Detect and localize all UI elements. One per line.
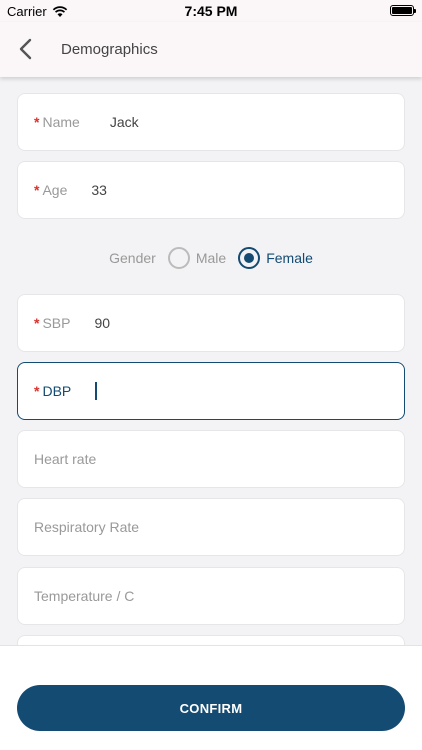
heart-rate-field[interactable]: Heart rate xyxy=(17,430,405,488)
male-radio[interactable] xyxy=(167,247,190,269)
respiratory-rate-field[interactable]: Respiratory Rate xyxy=(17,498,405,556)
respiratory-rate-placeholder: Respiratory Rate xyxy=(34,519,140,535)
sbp-field[interactable]: * SBP 90 xyxy=(17,294,405,352)
status-bar: Carrier 7:45 PM xyxy=(0,0,422,22)
form-scroll-area[interactable]: * Name Jack * Age 33 Gender Male Female … xyxy=(0,77,422,645)
age-label: Age xyxy=(42,182,68,198)
name-label: Name xyxy=(42,114,80,130)
required-mark: * xyxy=(34,383,40,399)
gender-label: Gender xyxy=(109,250,156,266)
required-mark: * xyxy=(34,182,40,198)
text-cursor xyxy=(95,382,98,400)
navigation-bar: Demographics xyxy=(0,22,422,77)
battery-icon xyxy=(390,5,416,16)
bottom-bar: CONFIRM xyxy=(0,645,422,750)
age-field[interactable]: * Age 33 xyxy=(17,161,405,219)
back-button[interactable] xyxy=(14,36,40,62)
female-option-label[interactable]: Female xyxy=(266,250,313,266)
chevron-left-icon xyxy=(19,38,32,60)
status-time: 7:45 PM xyxy=(184,3,238,19)
age-value: 33 xyxy=(91,182,107,198)
dbp-label: DBP xyxy=(42,383,72,399)
sbp-value: 90 xyxy=(94,315,111,331)
heart-rate-placeholder: Heart rate xyxy=(34,451,97,467)
dbp-field[interactable]: * DBP xyxy=(17,362,405,420)
next-field-partial[interactable] xyxy=(17,635,405,645)
name-field[interactable]: * Name Jack xyxy=(17,93,405,151)
temperature-placeholder: Temperature / C xyxy=(34,588,135,604)
required-mark: * xyxy=(34,114,40,130)
sbp-label: SBP xyxy=(42,315,71,331)
gender-selector: Gender Male Female xyxy=(0,245,422,271)
male-option-label[interactable]: Male xyxy=(196,250,226,266)
temperature-field[interactable]: Temperature / C xyxy=(17,567,405,625)
name-value: Jack xyxy=(109,114,139,130)
page-title: Demographics xyxy=(61,41,158,58)
confirm-button[interactable]: CONFIRM xyxy=(17,685,405,731)
female-radio[interactable] xyxy=(238,247,261,269)
required-mark: * xyxy=(34,315,40,331)
